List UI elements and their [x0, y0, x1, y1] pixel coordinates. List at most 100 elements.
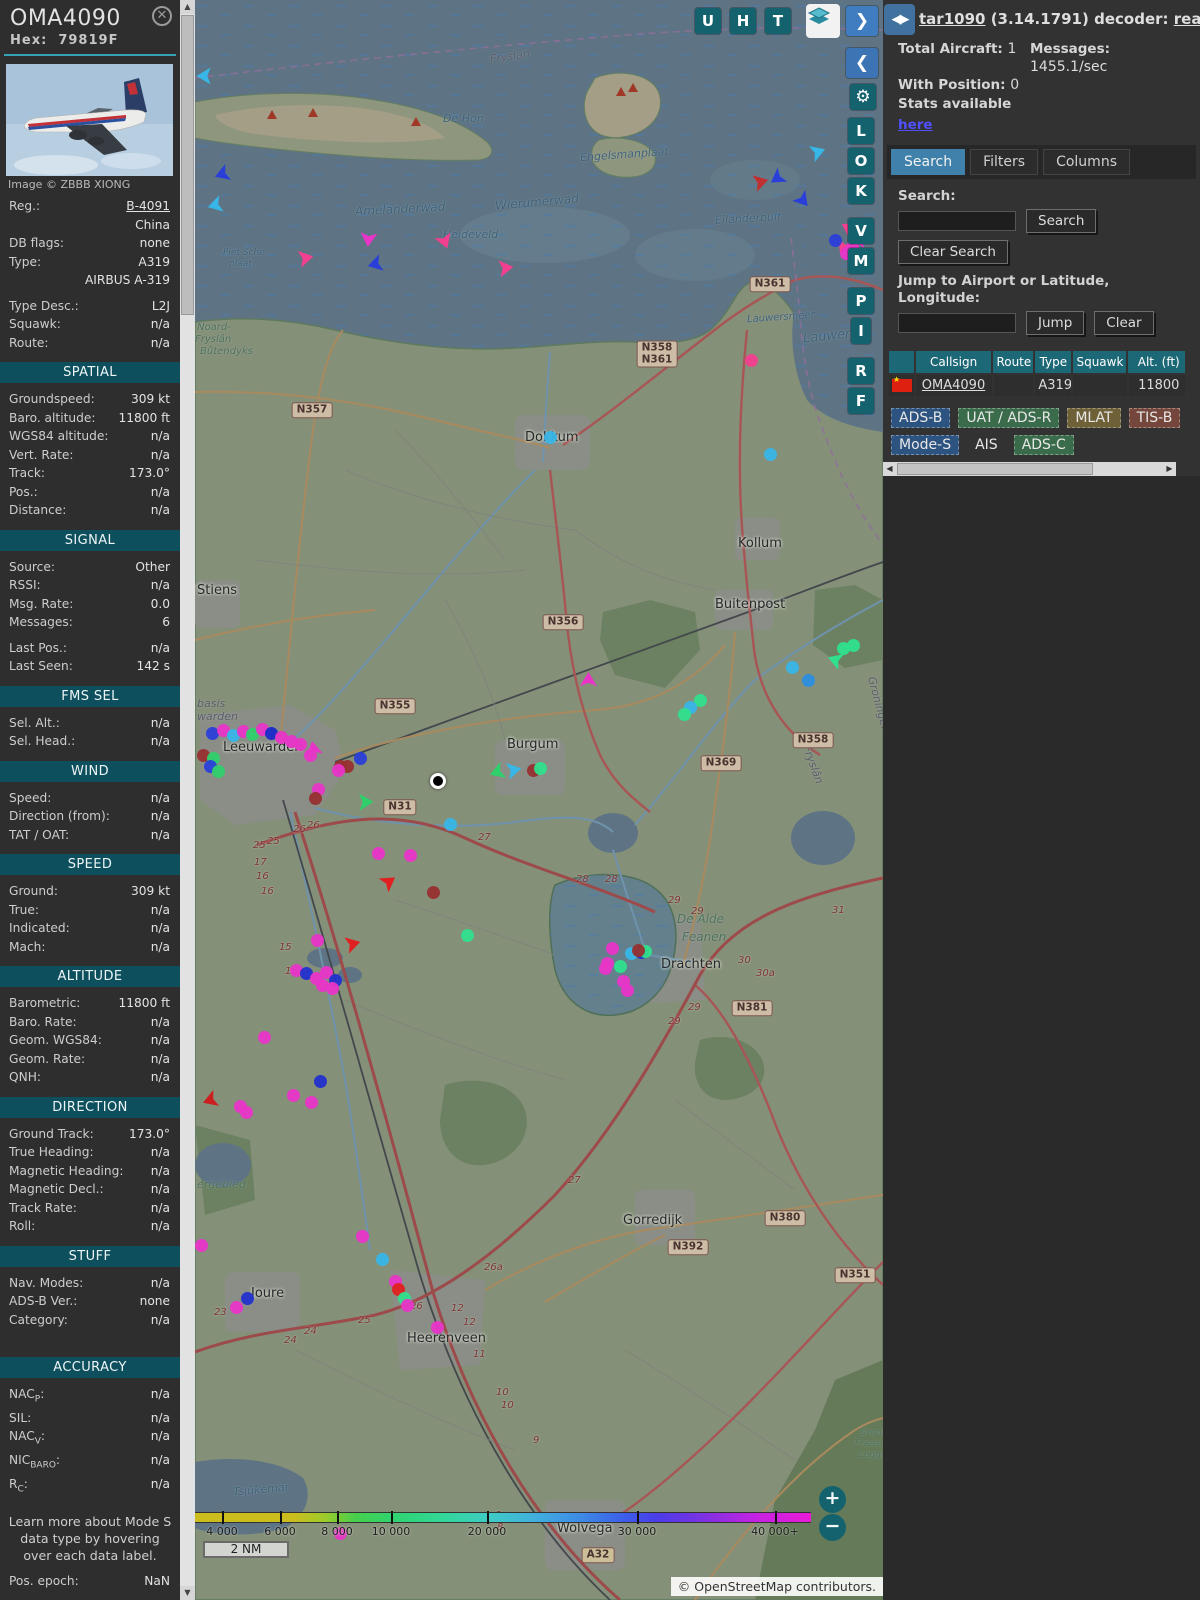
aircraft-history-dot[interactable]	[258, 1031, 271, 1044]
aircraft-history-dot[interactable]	[534, 762, 547, 775]
aircraft-history-dot[interactable]	[287, 1089, 300, 1102]
sidebar-scrollbar[interactable]: ▲ ▼	[180, 0, 195, 1600]
aircraft-history-dot[interactable]	[326, 982, 339, 995]
tab-columns[interactable]: Columns	[1043, 149, 1130, 175]
aircraft-history-dot[interactable]	[745, 354, 758, 367]
filter-chip-ads-b[interactable]: ADS-B	[891, 408, 951, 428]
jump-button[interactable]: Jump	[1026, 311, 1085, 335]
table-header-Type[interactable]: Type	[1035, 351, 1072, 373]
table-header-flag[interactable]	[889, 351, 914, 373]
tab-search[interactable]: Search	[891, 149, 966, 175]
aircraft-history-dot[interactable]	[311, 934, 324, 947]
aircraft-history-dot[interactable]	[314, 1075, 327, 1088]
aircraft-history-dot[interactable]	[764, 448, 777, 461]
aircraft-history-dot[interactable]	[240, 1106, 253, 1119]
aircraft-history-dot[interactable]	[614, 960, 627, 973]
table-header-Callsign[interactable]: Callsign	[915, 351, 992, 373]
map-button-l[interactable]: L	[848, 118, 874, 144]
aircraft-history-dot[interactable]	[230, 1301, 243, 1314]
aircraft-history-dot[interactable]	[309, 792, 322, 805]
map-button-i[interactable]: I	[851, 318, 871, 344]
aircraft-history-dot[interactable]	[356, 1230, 369, 1243]
scroll-up-icon[interactable]: ▲	[180, 0, 195, 14]
aircraft-history-dot[interactable]	[621, 984, 634, 997]
table-header-Squawk[interactable]: Squawk	[1073, 351, 1127, 373]
aircraft-history-dot[interactable]	[304, 749, 317, 762]
jump-clear-button[interactable]: Clear	[1094, 311, 1154, 335]
aircraft-history-dot[interactable]	[294, 738, 307, 751]
expand-panel-button[interactable]: ❯	[846, 6, 878, 36]
readsb-link[interactable]: readsb	[1174, 10, 1200, 28]
aircraft-history-dot[interactable]	[802, 674, 815, 687]
aircraft-history-dot[interactable]	[606, 942, 619, 955]
map-button-r[interactable]: R	[848, 358, 874, 384]
table-row[interactable]: ★ OMA4090 A319 11800	[889, 375, 1185, 396]
table-header-Alt. (ft)[interactable]: Alt. (ft)	[1128, 351, 1185, 373]
filter-chip-mlat[interactable]: MLAT	[1067, 408, 1121, 428]
map-button-v[interactable]: V	[848, 218, 874, 244]
close-icon[interactable]: ✕	[152, 6, 172, 26]
aircraft-history-dot[interactable]	[305, 1096, 318, 1109]
table-horizontal-scrollbar[interactable]: ◀ ▶	[883, 462, 1176, 476]
map-button-t[interactable]: T	[765, 8, 791, 34]
tab-filters[interactable]: Filters	[970, 149, 1039, 175]
filter-chip-mode-s[interactable]: Mode-S	[891, 435, 960, 455]
scroll-left-icon[interactable]: ◀	[883, 462, 896, 476]
gear-icon[interactable]: ⚙	[850, 84, 876, 110]
map-button-k[interactable]: K	[848, 178, 874, 204]
osm-link[interactable]: OpenStreetMap	[694, 1579, 792, 1594]
data-value: 0.0	[150, 596, 170, 611]
aircraft-history-dot[interactable]	[444, 818, 457, 831]
aircraft-history-dot[interactable]	[427, 886, 440, 899]
map-button-o[interactable]: O	[848, 148, 874, 174]
aircraft-history-dot[interactable]	[599, 962, 612, 975]
clear-search-button[interactable]: Clear Search	[898, 240, 1008, 264]
zoom-in-button[interactable]: +	[819, 1486, 846, 1513]
filter-chip-uat-ads-r[interactable]: UAT / ADS-R	[958, 408, 1060, 428]
hscroll-thumb[interactable]	[897, 463, 1093, 475]
aircraft-history-dot[interactable]	[372, 847, 385, 860]
stats-here-link[interactable]: here	[898, 117, 933, 133]
map-button-f[interactable]: F	[848, 388, 874, 414]
layers-button[interactable]	[806, 4, 840, 38]
search-button[interactable]: Search	[1026, 209, 1097, 233]
filter-chip-tis-b[interactable]: TIS-B	[1128, 408, 1181, 428]
collapse-panel-button[interactable]: ❮	[846, 48, 878, 78]
scroll-right-icon[interactable]: ▶	[1163, 462, 1176, 476]
aircraft-history-dot[interactable]	[404, 849, 417, 862]
aircraft-history-dot[interactable]	[195, 1239, 208, 1252]
aircraft-history-dot[interactable]	[632, 944, 645, 957]
aircraft-history-dot[interactable]	[461, 929, 474, 942]
zoom-out-button[interactable]: −	[819, 1514, 846, 1541]
aircraft-history-dot[interactable]	[786, 661, 799, 674]
filter-chip-ads-c[interactable]: ADS-C	[1013, 435, 1074, 455]
aircraft-history-dot[interactable]	[376, 1253, 389, 1266]
map-button-m[interactable]: M	[848, 248, 874, 274]
scroll-down-icon[interactable]: ▼	[180, 1586, 195, 1600]
map-button-p[interactable]: P	[848, 288, 874, 314]
aircraft-history-dot[interactable]	[431, 1321, 444, 1334]
aircraft-history-dot[interactable]	[847, 639, 860, 652]
aircraft-history-dot[interactable]	[544, 431, 557, 444]
panel-toggle-button[interactable]: ◀▶	[884, 4, 915, 35]
map-canvas[interactable]: DokkumKollumBuitenpostStiensLeeuwardenBu…	[195, 0, 883, 1600]
cell-callsign[interactable]: OMA4090	[915, 375, 992, 396]
map-button-h[interactable]: H	[730, 8, 756, 34]
aircraft-history-dot[interactable]	[354, 752, 367, 765]
scrollbar-thumb[interactable]	[181, 15, 194, 315]
aircraft-history-dot[interactable]	[829, 234, 842, 247]
data-value[interactable]: B-4091	[126, 197, 170, 216]
search-input[interactable]	[898, 211, 1016, 231]
aircraft-history-dot[interactable]	[401, 1299, 414, 1312]
tar1090-link[interactable]: tar1090	[919, 10, 985, 28]
data-label: Source:	[9, 559, 55, 574]
aircraft-history-dot[interactable]	[332, 764, 345, 777]
aircraft-history-dot[interactable]	[241, 1292, 254, 1305]
filter-chip-ais[interactable]: AIS	[967, 435, 1006, 455]
aircraft-history-dot[interactable]	[678, 708, 691, 721]
aircraft-photo[interactable]	[6, 64, 173, 176]
aircraft-history-dot[interactable]	[212, 765, 225, 778]
table-header-Route[interactable]: Route	[993, 351, 1034, 373]
jump-input[interactable]	[898, 313, 1016, 333]
map-button-u[interactable]: U	[695, 8, 721, 34]
